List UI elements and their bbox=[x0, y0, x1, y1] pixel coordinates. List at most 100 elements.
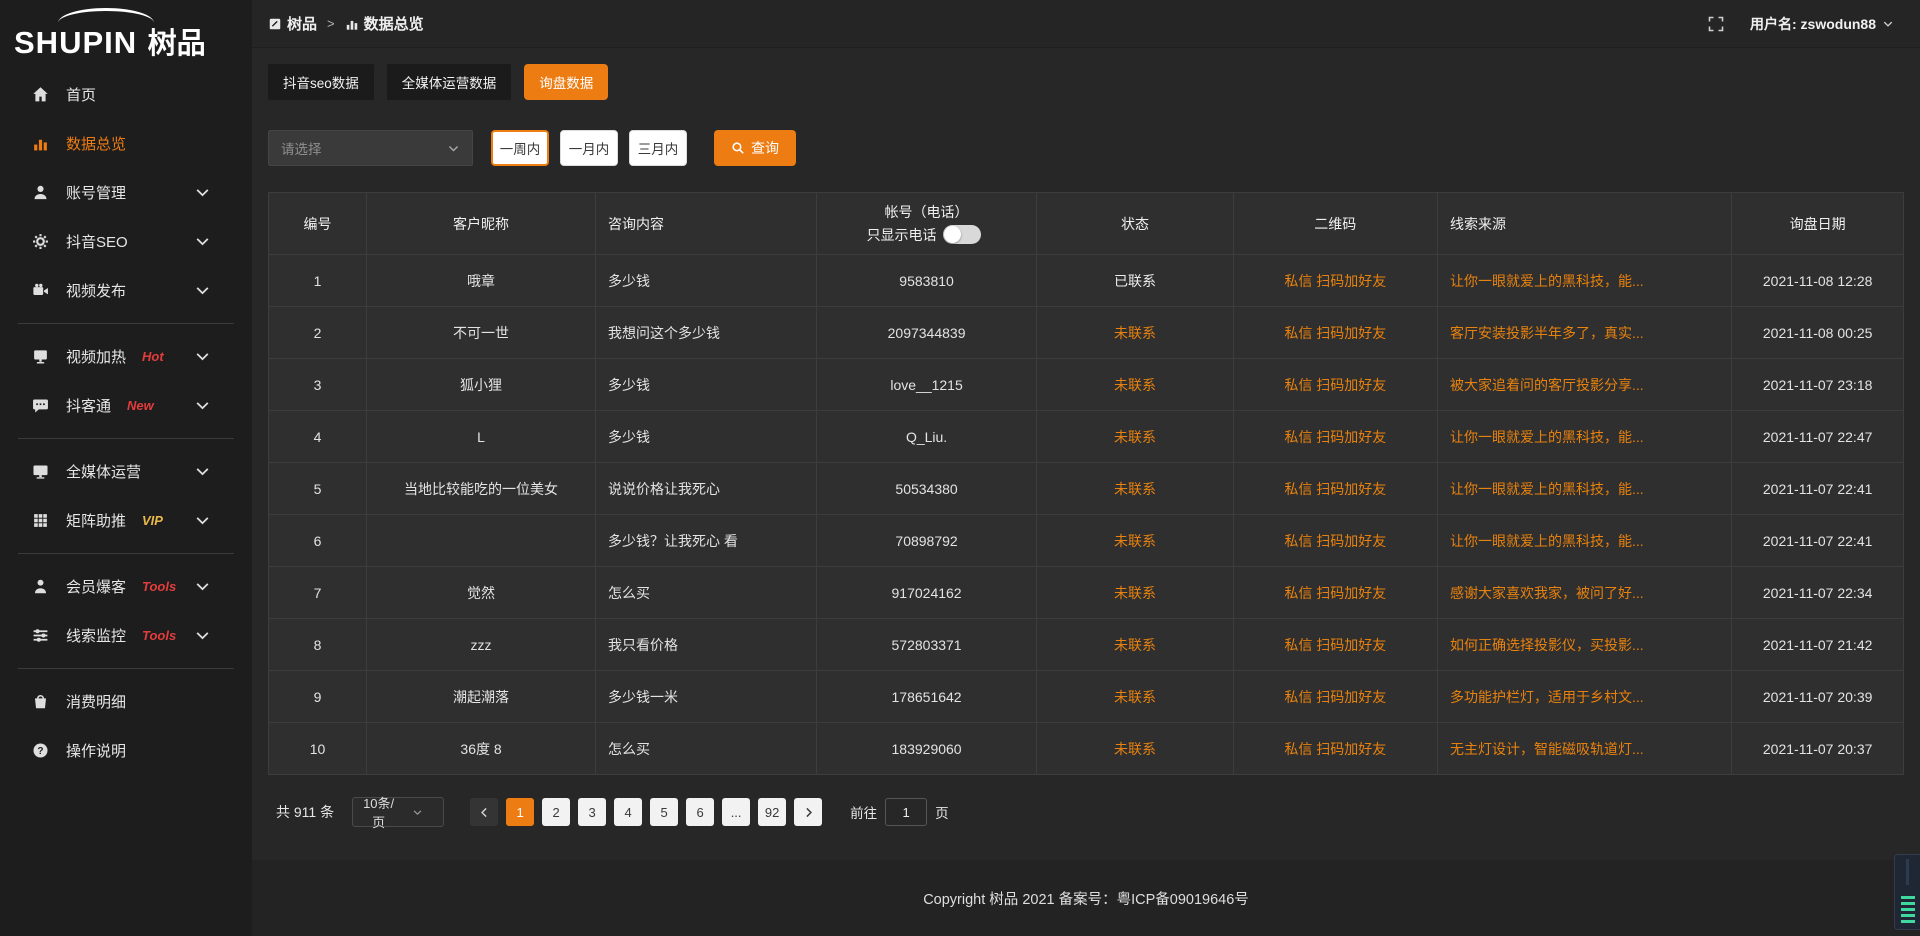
cell-inquiry: 说说价格让我死心 bbox=[595, 463, 816, 515]
prev-page-button[interactable] bbox=[470, 798, 498, 826]
cell-source-link[interactable]: 让你一眼就爱上的黑科技，能... bbox=[1437, 515, 1731, 567]
sidebar-item-抖音SEO[interactable]: 抖音SEO bbox=[0, 217, 252, 266]
sidebar-item-操作说明[interactable]: ?操作说明 bbox=[0, 726, 252, 775]
cell-source-link[interactable]: 让你一眼就爱上的黑科技，能... bbox=[1437, 463, 1731, 515]
floating-widget[interactable] bbox=[1894, 854, 1920, 930]
next-page-button[interactable] bbox=[794, 798, 822, 826]
fullscreen-icon[interactable] bbox=[1708, 16, 1724, 32]
username-label: 用户名: zswodun88 bbox=[1750, 14, 1876, 34]
sidebar-item-首页[interactable]: 首页 bbox=[0, 70, 252, 119]
cell-account: 572803371 bbox=[816, 619, 1037, 671]
cell-qr-link[interactable]: 私信 扫码加好友 bbox=[1233, 723, 1437, 775]
sidebar-item-账号管理[interactable]: 账号管理 bbox=[0, 168, 252, 217]
range-button-一月内[interactable]: 一月内 bbox=[560, 130, 618, 166]
floating-widget-bar bbox=[1906, 859, 1909, 885]
cell-qr-link[interactable]: 私信 扫码加好友 bbox=[1233, 515, 1437, 567]
page-button-4[interactable]: 4 bbox=[614, 798, 642, 826]
table-row: 1036度 8怎么买183929060未联系私信 扫码加好友无主灯设计，智能磁吸… bbox=[269, 723, 1904, 775]
goto-page-input[interactable] bbox=[885, 798, 927, 826]
breadcrumb-label: 树品 bbox=[287, 13, 317, 34]
cell-qr-link[interactable]: 私信 扫码加好友 bbox=[1233, 463, 1437, 515]
cell-date: 2021-11-07 22:41 bbox=[1732, 515, 1904, 567]
cell-nickname: L bbox=[367, 411, 596, 463]
goto-page: 前往 页 bbox=[850, 798, 949, 826]
cell-qr-link[interactable]: 私信 扫码加好友 bbox=[1233, 359, 1437, 411]
page-button-92[interactable]: 92 bbox=[758, 798, 786, 826]
sidebar-item-视频加热[interactable]: 视频加热Hot bbox=[0, 332, 252, 381]
cell-id: 5 bbox=[269, 463, 367, 515]
cell-date: 2021-11-07 22:47 bbox=[1732, 411, 1904, 463]
cell-source-link[interactable]: 被大家追着问的客厅投影分享... bbox=[1437, 359, 1731, 411]
page-size-select[interactable]: 10条/页 bbox=[352, 797, 444, 827]
page-button-2[interactable]: 2 bbox=[542, 798, 570, 826]
inquiry-table-wrap: 编号客户昵称咨询内容帐号（电话）只显示电话状态二维码线索来源询盘日期 1哦章多少… bbox=[268, 192, 1904, 775]
sidebar-item-全媒体运营[interactable]: 全媒体运营 bbox=[0, 447, 252, 496]
help-icon: ? bbox=[32, 742, 49, 759]
breadcrumb-item-树品[interactable]: 树品 bbox=[268, 13, 317, 34]
sidebar-nav: 首页数据总览账号管理抖音SEO视频发布视频加热Hot抖客通New全媒体运营矩阵助… bbox=[0, 66, 252, 775]
page-button-3[interactable]: 3 bbox=[578, 798, 606, 826]
cell-source-link[interactable]: 感谢大家喜欢我家，被问了好... bbox=[1437, 567, 1731, 619]
sidebar-item-数据总览[interactable]: 数据总览 bbox=[0, 119, 252, 168]
page-button-5[interactable]: 5 bbox=[650, 798, 678, 826]
cell-date: 2021-11-08 12:28 bbox=[1732, 255, 1904, 307]
tab-全媒体运营数据[interactable]: 全媒体运营数据 bbox=[387, 64, 512, 100]
sidebar-item-会员爆客[interactable]: 会员爆客Tools bbox=[0, 562, 252, 611]
page-button-6[interactable]: 6 bbox=[686, 798, 714, 826]
app-icon bbox=[268, 17, 282, 31]
breadcrumb-item-数据总览[interactable]: 数据总览 bbox=[345, 13, 424, 34]
sidebar-item-消费明细[interactable]: 消费明细 bbox=[0, 677, 252, 726]
range-button-三月内[interactable]: 三月内 bbox=[629, 130, 687, 166]
cell-nickname: 36度 8 bbox=[367, 723, 596, 775]
user-menu[interactable]: 用户名: zswodun88 bbox=[1750, 14, 1894, 34]
sidebar-item-矩阵助推[interactable]: 矩阵助推VIP bbox=[0, 496, 252, 545]
chevron-down-icon bbox=[194, 348, 211, 365]
range-button-一周内[interactable]: 一周内 bbox=[491, 130, 549, 166]
sidebar-item-label: 首页 bbox=[66, 84, 96, 105]
phone-only-toggle[interactable] bbox=[943, 225, 981, 244]
table-body: 1哦章多少钱9583810已联系私信 扫码加好友让你一眼就爱上的黑科技，能...… bbox=[269, 255, 1904, 775]
cell-source-link[interactable]: 无主灯设计，智能磁吸轨道灯... bbox=[1437, 723, 1731, 775]
cell-qr-link[interactable]: 私信 扫码加好友 bbox=[1233, 671, 1437, 723]
sidebar-divider bbox=[18, 668, 234, 669]
cell-source-link[interactable]: 让你一眼就爱上的黑科技，能... bbox=[1437, 255, 1731, 307]
column-header-帐号（电话）: 帐号（电话）只显示电话 bbox=[816, 193, 1037, 255]
breadcrumb-label: 数据总览 bbox=[364, 13, 424, 34]
page-ellipsis[interactable]: ... bbox=[722, 798, 750, 826]
cell-source-link[interactable]: 让你一眼就爱上的黑科技，能... bbox=[1437, 411, 1731, 463]
cell-account: 70898792 bbox=[816, 515, 1037, 567]
sidebar-item-label: 矩阵助推 bbox=[66, 510, 126, 531]
sliders-icon bbox=[32, 627, 49, 644]
sidebar-item-label: 账号管理 bbox=[66, 182, 126, 203]
cell-id: 10 bbox=[269, 723, 367, 775]
page-button-1[interactable]: 1 bbox=[506, 798, 534, 826]
column-header-二维码: 二维码 bbox=[1233, 193, 1437, 255]
chart-icon bbox=[32, 135, 49, 152]
cell-status: 未联系 bbox=[1037, 723, 1233, 775]
cell-qr-link[interactable]: 私信 扫码加好友 bbox=[1233, 619, 1437, 671]
cell-date: 2021-11-07 23:18 bbox=[1732, 359, 1904, 411]
sidebar-item-视频发布[interactable]: 视频发布 bbox=[0, 266, 252, 315]
column-header-咨询内容: 咨询内容 bbox=[595, 193, 816, 255]
tab-抖音seo数据[interactable]: 抖音seo数据 bbox=[268, 64, 374, 100]
sidebar-item-抖客通[interactable]: 抖客通New bbox=[0, 381, 252, 430]
sidebar-item-线索监控[interactable]: 线索监控Tools bbox=[0, 611, 252, 660]
main-column: 树品>数据总览 用户名: zswodun88 抖音seo数据全媒体运营数据询盘数… bbox=[252, 0, 1920, 936]
cell-qr-link[interactable]: 私信 扫码加好友 bbox=[1233, 307, 1437, 359]
cell-account: 9583810 bbox=[816, 255, 1037, 307]
cell-qr-link[interactable]: 私信 扫码加好友 bbox=[1233, 567, 1437, 619]
cell-qr-link[interactable]: 私信 扫码加好友 bbox=[1233, 255, 1437, 307]
cell-account: 178651642 bbox=[816, 671, 1037, 723]
sidebar-divider bbox=[18, 553, 234, 554]
cell-source-link[interactable]: 客厅安装投影半年多了，真实... bbox=[1437, 307, 1731, 359]
tab-询盘数据[interactable]: 询盘数据 bbox=[524, 64, 608, 100]
cell-qr-link[interactable]: 私信 扫码加好友 bbox=[1233, 411, 1437, 463]
cell-date: 2021-11-07 21:42 bbox=[1732, 619, 1904, 671]
cell-inquiry: 我只看价格 bbox=[595, 619, 816, 671]
cell-date: 2021-11-07 22:41 bbox=[1732, 463, 1904, 515]
search-button[interactable]: 查询 bbox=[714, 130, 796, 166]
cell-source-link[interactable]: 多功能护栏灯，适用于乡村文... bbox=[1437, 671, 1731, 723]
screen-icon bbox=[32, 348, 49, 365]
filter-select[interactable]: 请选择 bbox=[268, 130, 473, 166]
cell-source-link[interactable]: 如何正确选择投影仪，买投影... bbox=[1437, 619, 1731, 671]
